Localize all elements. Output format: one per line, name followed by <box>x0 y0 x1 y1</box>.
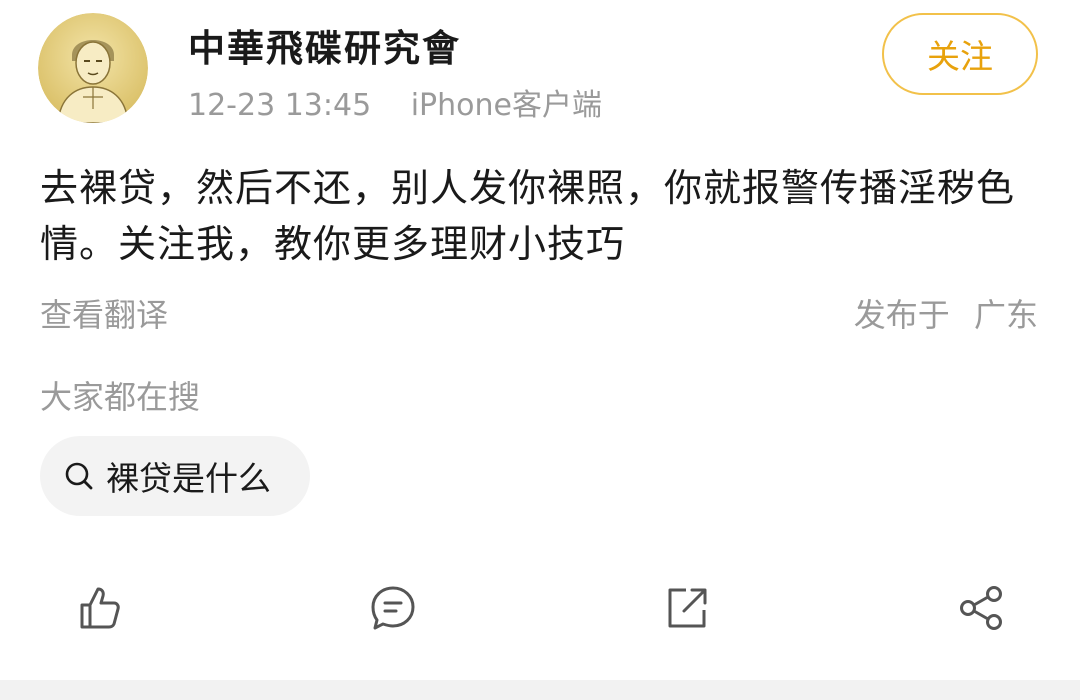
thumbs-up-icon <box>80 587 120 629</box>
like-button[interactable] <box>69 578 129 638</box>
bottom-divider <box>0 680 1080 700</box>
location-label: 发布于 <box>853 296 950 334</box>
weibo-post: 中華飛碟研究會 12-23 13:45 iPhone客户端 关注 去裸贷，然后不… <box>0 0 1080 700</box>
search-icon <box>62 459 96 493</box>
post-meta: 12-23 13:45 iPhone客户端 <box>188 80 602 124</box>
post-time: 12-23 13:45 <box>188 88 372 123</box>
repost-button[interactable] <box>657 578 717 638</box>
search-suggestion-chip[interactable]: 裸贷是什么 <box>40 436 310 516</box>
avatar-image <box>38 13 148 123</box>
share-external-icon <box>668 588 707 628</box>
follow-button[interactable]: 关注 <box>882 13 1038 95</box>
search-suggestion-label: 裸贷是什么 <box>106 459 271 498</box>
post-client: iPhone客户端 <box>410 88 602 123</box>
comment-button[interactable] <box>363 578 423 638</box>
comment-icon <box>371 586 415 630</box>
share-network-icon <box>960 586 1002 630</box>
post-location: 发布于 广东 <box>854 290 1038 336</box>
author-name[interactable]: 中華飛碟研究會 <box>188 18 461 72</box>
post-content: 去裸贷，然后不还，别人发你裸照，你就报警传播淫秽色情。关注我，教你更多理财小技巧 <box>40 166 1016 266</box>
avatar[interactable] <box>38 13 148 123</box>
post-action-bar <box>0 578 1080 648</box>
translate-link[interactable]: 查看翻译 <box>40 290 168 336</box>
trending-search-heading: 大家都在搜 <box>40 378 201 416</box>
location-value: 广东 <box>973 296 1038 334</box>
share-button[interactable] <box>951 578 1011 638</box>
